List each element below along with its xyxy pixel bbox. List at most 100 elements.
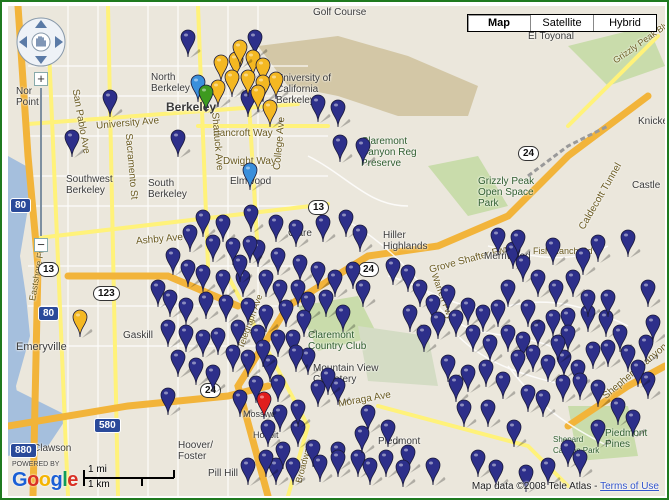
map-marker[interactable] [620,228,642,260]
terms-of-use-link[interactable]: Terms of Use [600,481,659,492]
map-marker-yellow[interactable] [262,98,284,130]
route-123-shield: 123 [93,286,120,301]
map-marker[interactable] [625,408,647,440]
map-marker[interactable] [590,378,612,410]
map-marker[interactable] [590,233,612,265]
route-13-shield-west: 13 [38,262,60,277]
label-hiller-highlands: Hiller Highlands [383,230,428,252]
map-marker[interactable] [320,366,342,398]
map-marker[interactable] [315,213,337,245]
map-marker[interactable] [288,343,310,375]
map-marker[interactable] [506,418,528,450]
label-clawson: Clawson [33,443,72,454]
map-frame: Golf Course El Toyonal North Berkeley Un… [0,0,669,500]
map-marker[interactable] [520,298,542,330]
map-marker[interactable] [330,448,352,480]
map-marker[interactable] [600,288,622,320]
caldecott-tunnel-road [527,124,609,178]
zoom-out-button[interactable]: − [34,238,48,252]
map-marker[interactable] [590,418,612,450]
route-24-shield-east: 24 [518,146,540,161]
map-marker[interactable] [225,343,247,375]
map-type-satellite-button[interactable]: Satellite [530,15,593,31]
interstate-80-shield: 80 [10,198,32,213]
label-hoover-foster: Hoover/ Foster [178,440,214,462]
map-marker[interactable] [456,398,478,430]
label-el-toyonal: El Toyonal [528,31,574,42]
map-marker[interactable] [425,456,447,488]
map-marker[interactable] [355,278,377,310]
label-grizzly-peak: Grizzly Peak Open Space Park [478,176,535,209]
map-marker[interactable] [198,290,220,322]
map-marker[interactable] [355,136,377,168]
label-south-berkeley: South Berkeley [148,178,187,200]
map-marker[interactable] [232,253,254,285]
zoom-control: + − [34,72,48,252]
zoom-slider-track[interactable] [40,88,42,236]
interstate-880-shield: 880 [10,443,37,458]
label-knicke: Knicke [638,116,665,127]
map-marker[interactable] [580,288,602,320]
map-marker[interactable] [550,333,572,365]
map-marker[interactable] [310,93,332,125]
map-marker[interactable] [290,398,312,430]
label-golf-course: Golf Course [313,7,367,18]
pan-dial [16,17,66,67]
map-marker-yellow[interactable] [232,38,254,70]
map-marker[interactable] [285,456,307,488]
map-marker[interactable] [395,458,417,490]
map-marker[interactable] [480,398,502,430]
google-logo[interactable]: Google [12,469,78,492]
interstate-80-shield-south: 80 [38,306,60,321]
label-southwest-berkeley: Southwest Berkeley [66,174,113,196]
interstate-580-shield: 580 [94,418,121,433]
map-marker-green[interactable] [198,83,220,115]
map-marker[interactable] [330,98,352,130]
scale-bar: 1 mi 1 km [82,464,182,490]
zoom-in-button[interactable]: + [34,72,48,86]
powered-by-label: POWERED BY [12,461,60,468]
map-marker[interactable] [645,313,665,345]
map-marker[interactable] [260,418,282,450]
map-marker[interactable] [500,278,522,310]
map-marker[interactable] [600,338,622,370]
pan-control [15,16,67,68]
map-marker[interactable] [205,233,227,265]
scale-km-label: 1 km [88,479,110,490]
map-marker[interactable] [535,388,557,420]
map-marker[interactable] [255,338,277,370]
label-gaskill: Gaskill [123,330,154,341]
map-marker[interactable] [490,226,512,258]
map-type-hybrid-button[interactable]: Hybrid [593,15,656,31]
map-marker[interactable] [170,128,192,160]
map-marker[interactable] [64,128,86,160]
map-marker[interactable] [640,278,662,310]
map-marker[interactable] [335,303,357,335]
map-marker[interactable] [205,363,227,395]
map-canvas[interactable]: Golf Course El Toyonal North Berkeley Un… [8,6,665,496]
map-marker[interactable] [102,88,124,120]
label-emeryville: Emeryville [16,341,67,353]
map-marker[interactable] [630,358,652,390]
map-marker[interactable] [332,133,354,165]
map-marker[interactable] [243,203,265,235]
map-marker[interactable] [510,228,532,260]
attribution: Map data ©2008 Tele Atlas - Terms of Use [472,481,659,492]
map-marker[interactable] [354,424,376,456]
map-marker[interactable] [380,418,402,450]
hand-icon[interactable] [31,32,51,52]
map-type-control: Map Satellite Hybrid [467,14,657,32]
map-marker-red[interactable] [256,390,278,422]
label-pill-hill: Pill Hill [208,468,238,479]
label-castle: Castle [632,180,661,191]
map-marker-yellow[interactable] [72,308,94,340]
map-marker[interactable] [572,448,594,480]
map-marker[interactable] [180,28,202,60]
map-marker[interactable] [258,448,280,480]
map-marker[interactable] [545,236,567,268]
attribution-text: Map data ©2008 Tele Atlas - [471,481,598,492]
map-type-map-button[interactable]: Map [468,15,530,31]
map-marker[interactable] [160,386,182,418]
map-marker[interactable] [352,223,374,255]
map-marker-blue[interactable] [242,161,264,193]
